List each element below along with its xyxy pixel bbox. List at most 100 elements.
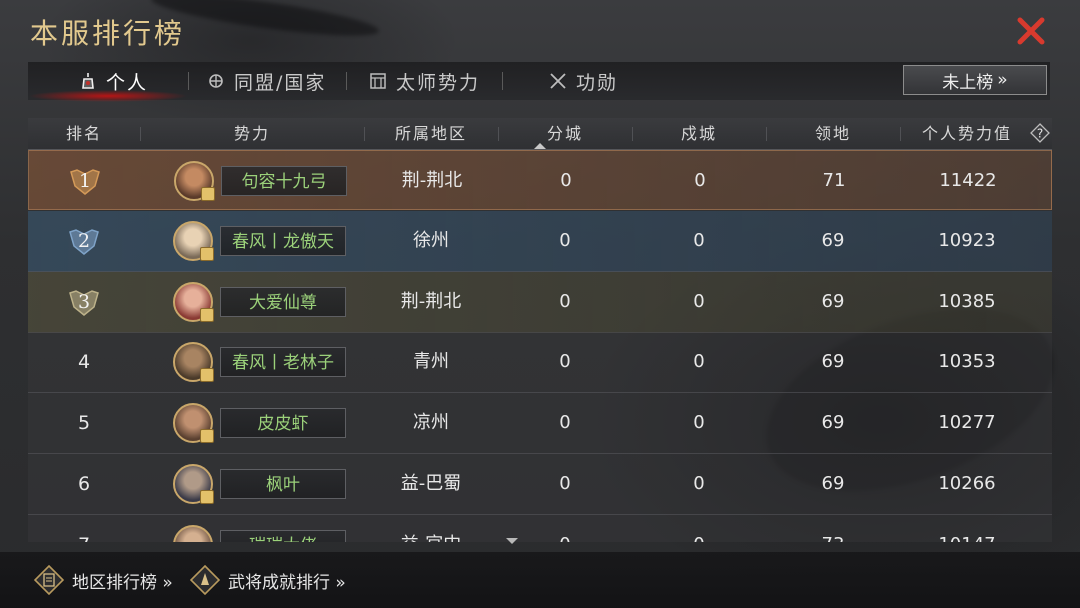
- table-row[interactable]: 4 春风丨老林子 青州 0 0 69 10353: [28, 332, 1052, 394]
- personal-power-cell: 10385: [938, 290, 996, 312]
- double-chevron-right-icon: »: [997, 70, 1008, 90]
- territory-cell: 73: [766, 515, 900, 542]
- garrison-city-cell: 0: [693, 473, 705, 494]
- personal-power-cell: 10266: [938, 473, 996, 494]
- branch-city-cell: 0: [559, 412, 571, 434]
- player-name[interactable]: 大爱仙尊: [220, 286, 346, 317]
- page-title: 本服排行榜: [30, 17, 186, 50]
- column-header-branch-city[interactable]: 分城: [498, 118, 632, 149]
- unranked-button-label: 未上榜: [942, 72, 994, 93]
- rank-number: 1: [78, 170, 92, 192]
- general-achievement-ranking-label: 武将成就排行 »: [228, 572, 346, 593]
- column-header-garrison-city[interactable]: 戍城: [632, 118, 766, 149]
- personal-power-cell: 11422: [939, 170, 997, 191]
- territory-cell: 69: [821, 412, 845, 434]
- personal-power-cell: 10147: [900, 515, 1034, 542]
- table-row[interactable]: 2 春风丨龙傲天 徐州 0 0 69 10923: [28, 210, 1052, 272]
- unranked-button[interactable]: 未上榜 »: [903, 65, 1047, 95]
- rank-number: 3: [77, 290, 91, 313]
- bottom-bar: 地区排行榜 » 武将成就排行 »: [0, 552, 1080, 608]
- rank-number: 6: [77, 473, 91, 495]
- column-header-territory[interactable]: 领地: [766, 118, 900, 149]
- table-row[interactable]: 1 句容十九弓 荆-荆北 0 0 71 11422: [28, 150, 1052, 210]
- sort-up-caret-icon: [534, 143, 546, 149]
- garrison-city-cell: 0: [693, 412, 705, 434]
- close-icon[interactable]: [1016, 16, 1046, 46]
- tab-taishi-power[interactable]: 太师势力: [368, 62, 480, 100]
- column-header-region[interactable]: 所属地区: [364, 118, 498, 149]
- tab-label: 同盟/国家: [234, 71, 327, 94]
- avatar-badge-icon: [200, 429, 214, 444]
- region-cell: 益-巴蜀: [400, 473, 462, 494]
- branch-city-cell: 0: [559, 351, 571, 373]
- region-cell: 徐州: [413, 229, 449, 251]
- gate-icon: [370, 73, 386, 89]
- avatar-badge-icon: [200, 307, 214, 322]
- table-row[interactable]: 3 大爱仙尊 荆-荆北 0 0 69 10385: [28, 271, 1052, 333]
- tab-label: 太师势力: [396, 71, 481, 94]
- tab-divider: [346, 72, 347, 90]
- ranking-table[interactable]: 排名 势力 所属地区 分城 戍城 领地 个人势力值 ? 1 句容十九弓 荆-荆北 0 0…: [28, 118, 1052, 542]
- territory-cell: 69: [821, 473, 845, 494]
- region-cell: 青州: [413, 351, 449, 373]
- player-name[interactable]: 枫叶: [220, 469, 346, 499]
- player-name[interactable]: 皮皮虾: [220, 408, 346, 439]
- avatar-badge-icon: [200, 246, 214, 261]
- territory-cell: 69: [821, 290, 845, 312]
- column-header-faction[interactable]: 势力: [140, 118, 364, 149]
- general-achievement-ranking-link[interactable]: 武将成就排行 »: [190, 562, 346, 598]
- region-rank-icon: [34, 565, 64, 595]
- region-cell: 荆-荆北: [400, 290, 462, 312]
- help-symbol: ?: [1037, 127, 1043, 141]
- rank-number: 5: [77, 412, 91, 435]
- tab-divider: [502, 72, 503, 90]
- territory-cell: 71: [822, 170, 846, 191]
- table-row[interactable]: 5 皮皮虾 凉州 0 0 69 10277: [28, 393, 1052, 455]
- player-name[interactable]: 句容十九弓: [221, 166, 347, 196]
- leaderboard-screen: 本服排行榜 个人 同盟/国家 太师势力 功勋 未上榜 » 排名 势力 所属地区 …: [0, 0, 1080, 608]
- alliance-icon: [209, 74, 223, 88]
- help-icon[interactable]: ?: [1030, 123, 1050, 143]
- player-name[interactable]: 春风丨老林子: [220, 347, 346, 378]
- rank-number: 7: [28, 515, 140, 542]
- tab-merit[interactable]: 功勋: [548, 62, 618, 100]
- personal-power-cell: 10277: [938, 412, 996, 434]
- garrison-city-cell: 0: [693, 351, 705, 373]
- tab-label: 功勋: [576, 71, 619, 94]
- player-name[interactable]: 春风丨龙傲天: [220, 225, 346, 256]
- table-row[interactable]: 7瑞瑞大佬益-官中007310147: [28, 514, 1052, 542]
- rank-number: 4: [77, 351, 91, 374]
- garrison-city-cell: 0: [694, 170, 706, 191]
- tab-alliance-nation[interactable]: 同盟/国家: [206, 62, 326, 100]
- garrison-city-cell: 0: [693, 290, 705, 312]
- region-cell: 凉州: [413, 412, 449, 434]
- table-header: 排名 势力 所属地区 分城 戍城 领地 个人势力值 ?: [28, 118, 1052, 150]
- avatar[interactable]: [173, 524, 213, 542]
- column-header-personal-power[interactable]: 个人势力值: [900, 118, 1034, 149]
- territory-cell: 69: [821, 351, 845, 373]
- tab-label: 个人: [106, 71, 149, 94]
- scroll-down-caret-icon: [506, 538, 518, 544]
- player-name[interactable]: 瑞瑞大佬: [220, 529, 346, 542]
- region-leaderboard-link[interactable]: 地区排行榜 »: [34, 562, 173, 598]
- personal-power-cell: 10923: [938, 229, 996, 251]
- column-header-rank[interactable]: 排名: [28, 118, 140, 149]
- person-flag-icon: [82, 73, 94, 89]
- general-achievement-icon: [190, 565, 220, 595]
- branch-city-cell: 0: [559, 229, 571, 251]
- tab-bar: 个人 同盟/国家 太师势力 功勋: [28, 62, 1050, 102]
- personal-power-cell: 10353: [938, 351, 996, 373]
- tab-personal[interactable]: 个人: [78, 62, 148, 100]
- region-cell: 益-官中: [364, 515, 498, 542]
- region-leaderboard-label: 地区排行榜 »: [72, 572, 173, 593]
- tab-divider: [188, 72, 189, 90]
- avatar-badge-icon: [200, 490, 214, 504]
- avatar-badge-icon: [201, 187, 215, 201]
- garrison-city-cell: 0: [632, 515, 766, 542]
- garrison-city-cell: 0: [693, 229, 705, 251]
- branch-city-cell: 0: [559, 473, 571, 494]
- table-row[interactable]: 6 枫叶 益-巴蜀 0 0 69 10266: [28, 454, 1052, 515]
- branch-city-cell: 0: [559, 290, 571, 312]
- branch-city-cell: 0: [498, 515, 632, 542]
- branch-city-cell: 0: [560, 170, 572, 191]
